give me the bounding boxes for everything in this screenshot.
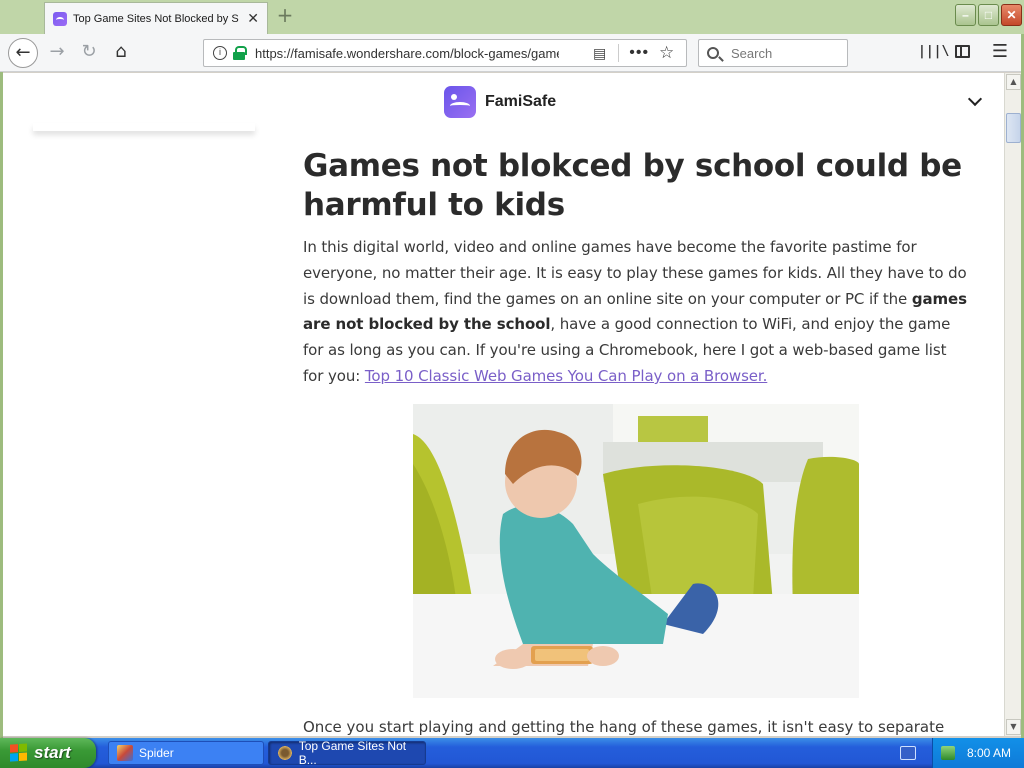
next-paragraph: Once you start playing and getting the h… <box>303 718 945 736</box>
home-icon[interactable]: ⌂ <box>106 38 136 68</box>
info-icon[interactable]: i <box>213 46 227 60</box>
article-image <box>413 404 859 698</box>
library-icon[interactable]: |||\ <box>918 40 949 64</box>
sidebar-icon[interactable] <box>950 40 974 64</box>
taskbar: start Spider Top Game Sites Not B... 8:0… <box>0 738 1024 768</box>
scroll-down-icon[interactable]: ▼ <box>1006 719 1021 735</box>
tab-close-icon[interactable]: ✕ <box>247 10 259 27</box>
url-separator <box>618 44 620 62</box>
tab-title: Top Game Sites Not Blocked by School <box>73 12 239 25</box>
search-input[interactable]: Search <box>698 39 848 67</box>
search-icon <box>707 47 719 59</box>
url-text[interactable]: https://famisafe.wondershare.com/block-g… <box>255 46 559 61</box>
tab-active[interactable]: Top Game Sites Not Blocked by School ✕ <box>44 2 268 34</box>
address-bar[interactable]: i https://famisafe.wondershare.com/block… <box>203 39 687 67</box>
navigation-toolbar: ← → ↻ ⌂ i https://famisafe.wondershare.c… <box>0 34 1024 72</box>
search-placeholder: Search <box>731 45 773 61</box>
close-window-button[interactable]: ✕ <box>1001 4 1022 26</box>
page-actions-icon[interactable]: ••• <box>629 44 649 62</box>
system-tray: 8:00 AM <box>932 738 1024 768</box>
maximize-button[interactable]: □ <box>978 4 999 26</box>
taskbar-item-browser[interactable]: Top Game Sites Not B... <box>268 739 426 767</box>
start-button[interactable]: start <box>0 738 96 768</box>
network-icon[interactable] <box>941 746 955 760</box>
minimize-button[interactable]: – <box>955 4 976 26</box>
menu-icon[interactable]: ☰ <box>988 40 1012 64</box>
bookmark-star-icon[interactable]: ☆ <box>659 43 674 63</box>
web-games-link[interactable]: Top 10 Classic Web Games You Can Play on… <box>365 367 768 385</box>
windows-flag-icon <box>10 743 28 762</box>
window-controls: – □ ✕ <box>955 4 1022 26</box>
boy-playing-phone-illustration <box>413 404 859 698</box>
article-paragraph: In this digital world, video and online … <box>303 235 967 390</box>
reload-icon[interactable]: ↻ <box>74 38 104 68</box>
browser-icon <box>277 745 293 761</box>
tab-strip: Top Game Sites Not Blocked by School ✕ +… <box>0 0 1024 34</box>
browser-window: Top Game Sites Not Blocked by School ✕ +… <box>0 0 1024 738</box>
page-viewport: FamiSafe Games not blokced by school cou… <box>3 73 1004 736</box>
start-label: start <box>34 743 71 762</box>
article-heading: Games not blokced by school could be har… <box>303 148 962 223</box>
back-icon[interactable]: ← <box>8 38 38 68</box>
new-tab-button[interactable]: + <box>274 5 296 27</box>
famisafe-favicon-icon <box>53 11 67 26</box>
clock[interactable]: 8:00 AM <box>967 746 1011 760</box>
spider-solitaire-icon <box>117 745 133 761</box>
paragraph-text-1: In this digital world, video and online … <box>303 238 967 308</box>
taskbar-item-spider[interactable]: Spider <box>108 741 264 765</box>
reader-view-icon[interactable]: ▤ <box>593 45 606 62</box>
taskbar-item-label: Spider <box>139 746 174 760</box>
vertical-scrollbar[interactable]: ▲ ▼ <box>1004 73 1021 736</box>
chevron-down-icon[interactable] <box>965 91 985 111</box>
taskbar-item-label: Top Game Sites Not B... <box>298 739 407 767</box>
forward-icon[interactable]: → <box>42 38 72 68</box>
scrollbar-thumb[interactable] <box>1006 113 1021 143</box>
keyboard-layout-icon[interactable] <box>900 746 916 760</box>
sidebar-card <box>33 123 255 131</box>
brand-name[interactable]: FamiSafe <box>485 93 556 111</box>
lock-icon[interactable] <box>233 46 247 60</box>
famisafe-logo-icon[interactable] <box>444 86 476 118</box>
scroll-up-icon[interactable]: ▲ <box>1006 74 1021 90</box>
article-body: Games not blokced by school could be har… <box>303 147 967 390</box>
